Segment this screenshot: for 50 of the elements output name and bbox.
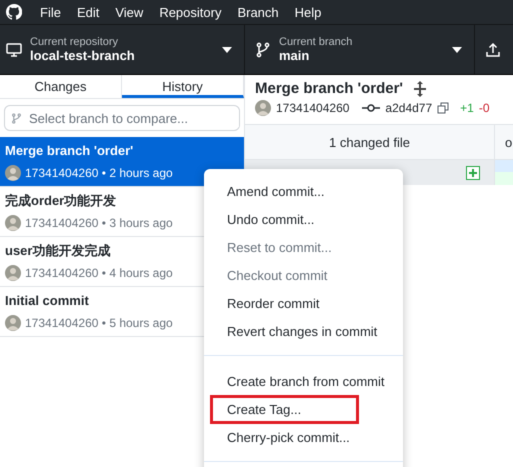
- monitor-icon: [6, 42, 22, 58]
- caret-icon: [222, 46, 232, 52]
- commit-title: Merge branch 'order': [255, 80, 404, 97]
- branch-icon: [11, 112, 22, 124]
- changed-files-heading: 1 changed file: [245, 125, 495, 159]
- branch-selector[interactable]: Current branch main: [245, 25, 475, 74]
- tab[interactable]: Changes: [0, 75, 122, 98]
- commit-sha: a2d4d77: [385, 101, 432, 115]
- menu-item[interactable]: File: [32, 4, 69, 20]
- menu-option[interactable]: Create branch from commit: [210, 366, 442, 396]
- menu-item[interactable]: Help: [286, 4, 330, 20]
- copy-icon[interactable]: [437, 102, 450, 114]
- commit-title[interactable]: user功能开发完成: [5, 242, 110, 260]
- deletions-count: -0: [478, 101, 490, 115]
- menu-item[interactable]: Branch: [229, 4, 287, 20]
- menu-item[interactable]: Edit: [68, 4, 108, 20]
- menu-item[interactable]: View: [107, 4, 152, 20]
- avatar-icon: [5, 215, 21, 231]
- avatar-icon: [5, 265, 21, 281]
- menu-option[interactable]: Reorder commit: [210, 288, 378, 318]
- upload-icon: [485, 42, 501, 58]
- menu-item[interactable]: Repository: [151, 4, 230, 20]
- expand-icon[interactable]: [413, 80, 428, 96]
- commit-meta: 17341404260 • 2 hours ago: [25, 166, 173, 180]
- menu-option[interactable]: Cherry-pick commit...: [210, 422, 408, 452]
- menu-option[interactable]: Revert changes in commit: [210, 316, 436, 346]
- avatar-icon: [5, 165, 21, 181]
- logo-icon[interactable]: [6, 4, 22, 20]
- branch-icon: [255, 42, 271, 58]
- commit-title[interactable]: 完成order功能开发: [5, 192, 116, 210]
- commit-title[interactable]: Initial commit: [5, 293, 89, 308]
- avatar-icon: [255, 100, 271, 116]
- commit-title[interactable]: Merge branch 'order': [5, 143, 134, 158]
- commit-meta: 17341404260 • 3 hours ago: [25, 216, 173, 230]
- author-name: 17341404260: [276, 101, 350, 115]
- repository-selector[interactable]: Current repository local-test-branch: [0, 25, 245, 74]
- avatar-icon: [5, 315, 21, 331]
- menu-option[interactable]: Amend commit...: [210, 176, 383, 206]
- column-heading: o: [504, 134, 513, 152]
- menu-option[interactable]: Undo commit...: [210, 204, 372, 234]
- diff-view: [495, 160, 513, 185]
- branch-compare-field[interactable]: Select branch to compare...: [4, 105, 240, 131]
- caret-icon: [452, 46, 462, 52]
- tab[interactable]: History: [122, 75, 244, 98]
- menu-option[interactable]: Create Tag...: [210, 394, 360, 424]
- commit-meta: 17341404260 • 5 hours ago: [25, 316, 173, 330]
- commit-meta: 17341404260 • 4 hours ago: [25, 266, 173, 280]
- commit-icon: [362, 103, 380, 113]
- additions-count: +1: [460, 101, 474, 115]
- added-icon: [466, 166, 480, 180]
